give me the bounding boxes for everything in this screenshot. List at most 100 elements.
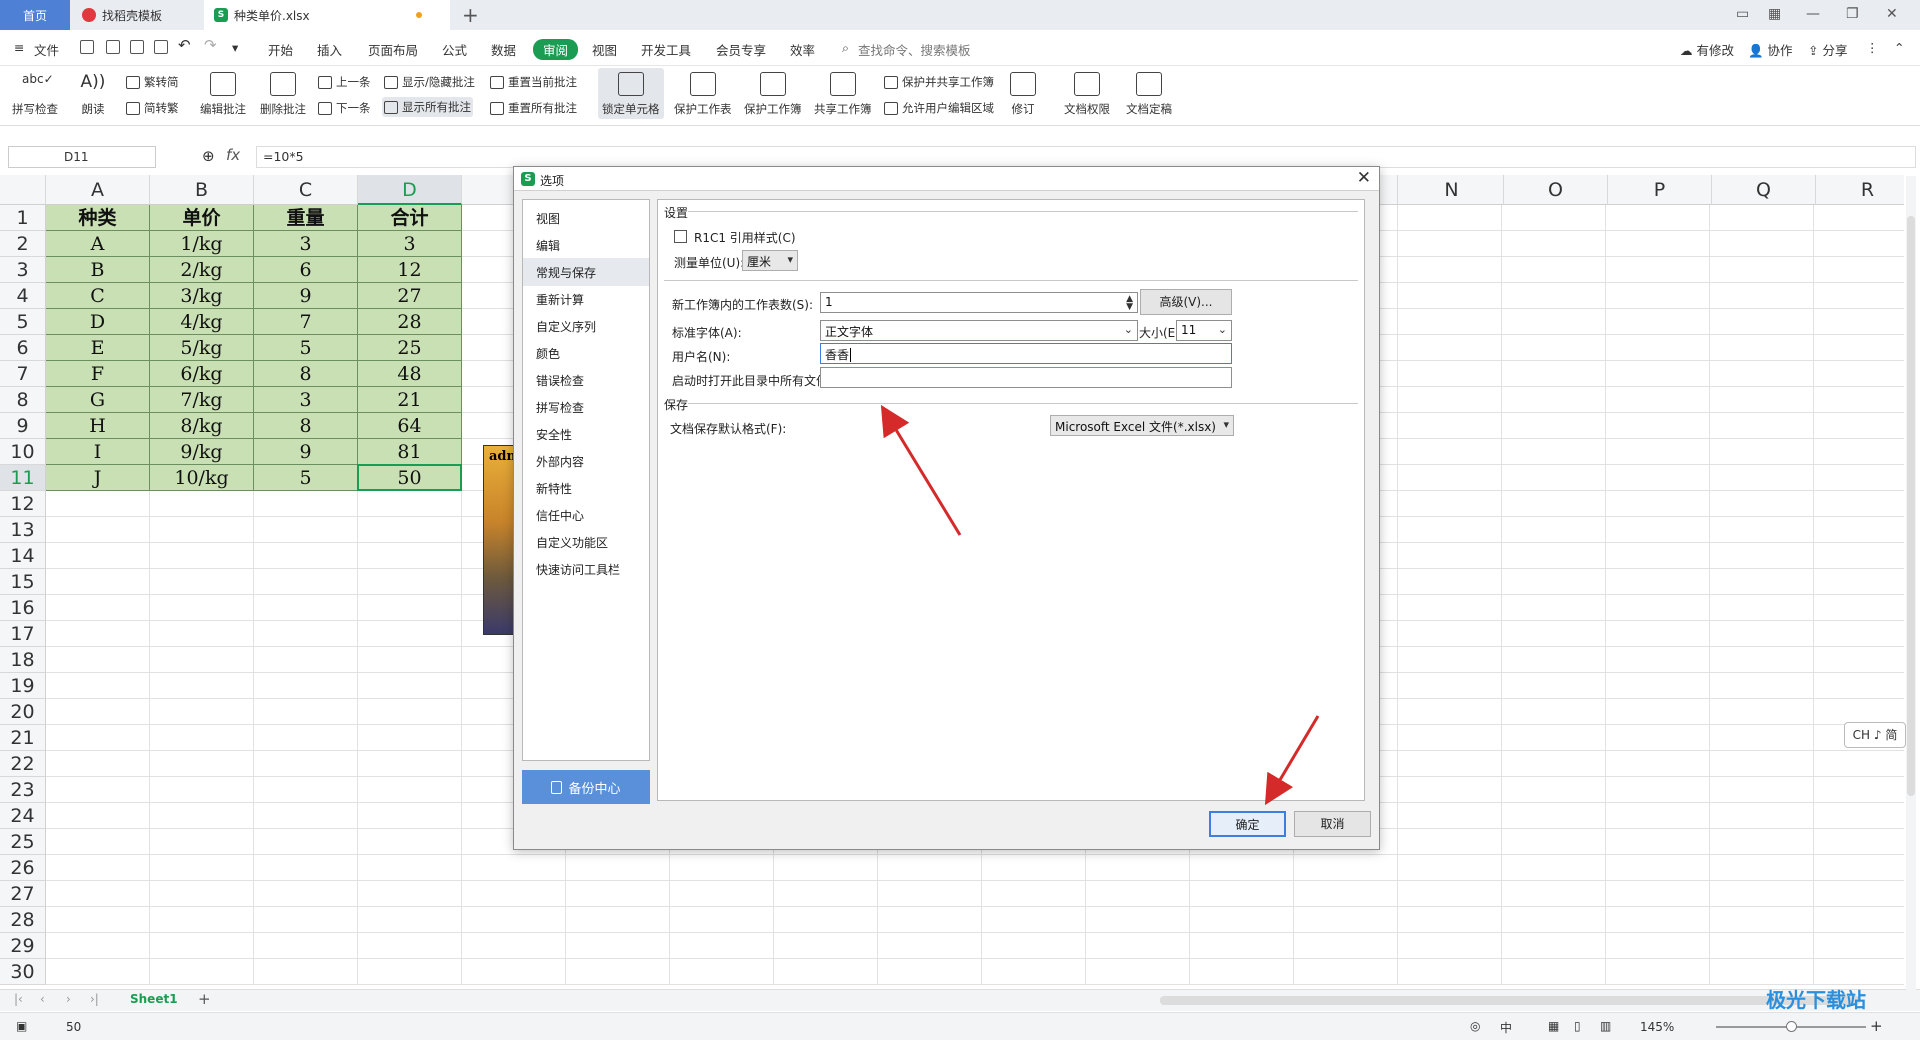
empty-cell[interactable] <box>1606 933 1710 959</box>
zoom-formula-icon[interactable]: ⊕ <box>202 147 215 165</box>
empty-cell[interactable] <box>1502 699 1606 725</box>
empty-cell[interactable] <box>1398 387 1502 413</box>
empty-cell[interactable] <box>1710 569 1814 595</box>
table-cell[interactable]: I <box>46 439 150 465</box>
table-cell[interactable]: 9/kg <box>150 439 254 465</box>
empty-cell[interactable] <box>1710 829 1814 855</box>
nav-item[interactable]: 新特性 <box>523 474 649 502</box>
row-header[interactable]: 18 <box>0 647 46 673</box>
empty-cell[interactable] <box>46 725 150 751</box>
menu-insert[interactable]: 插入 <box>317 40 342 59</box>
empty-cell[interactable] <box>1502 387 1606 413</box>
protect-sheet-button[interactable]: 保护工作表 <box>674 72 732 117</box>
empty-cell[interactable] <box>1190 907 1294 933</box>
empty-cell[interactable] <box>878 855 982 881</box>
empty-cell[interactable] <box>1398 803 1502 829</box>
menu-efficiency[interactable]: 效率 <box>790 40 815 59</box>
empty-cell[interactable] <box>1814 491 1904 517</box>
row-header[interactable]: 29 <box>0 933 46 959</box>
table-cell[interactable]: 81 <box>358 439 462 465</box>
empty-cell[interactable] <box>1398 725 1502 751</box>
empty-cell[interactable] <box>150 777 254 803</box>
empty-cell[interactable] <box>1710 699 1814 725</box>
empty-cell[interactable] <box>1398 283 1502 309</box>
allow-edit-range-button[interactable]: 允许用户编辑区域 <box>884 100 994 116</box>
table-cell[interactable]: 8 <box>254 361 358 387</box>
empty-cell[interactable] <box>1814 361 1904 387</box>
empty-cell[interactable] <box>1814 413 1904 439</box>
empty-cell[interactable] <box>254 517 358 543</box>
table-cell[interactable]: 2/kg <box>150 257 254 283</box>
menu-file[interactable]: 文件 <box>34 40 59 59</box>
empty-cell[interactable] <box>358 959 462 985</box>
empty-cell[interactable] <box>1398 699 1502 725</box>
empty-cell[interactable] <box>1502 595 1606 621</box>
empty-cell[interactable] <box>1606 751 1710 777</box>
empty-cell[interactable] <box>1502 647 1606 673</box>
table-cell[interactable]: G <box>46 387 150 413</box>
empty-cell[interactable] <box>358 673 462 699</box>
empty-cell[interactable] <box>150 543 254 569</box>
empty-cell[interactable] <box>1710 881 1814 907</box>
tab-home[interactable]: 首页 <box>0 0 70 30</box>
row-header[interactable]: 7 <box>0 361 46 387</box>
empty-cell[interactable] <box>358 543 462 569</box>
row-header[interactable]: 9 <box>0 413 46 439</box>
empty-cell[interactable] <box>878 907 982 933</box>
table-header-cell[interactable]: 合计 <box>358 205 462 231</box>
empty-cell[interactable] <box>46 907 150 933</box>
empty-cell[interactable] <box>1814 543 1904 569</box>
empty-cell[interactable] <box>1086 881 1190 907</box>
empty-cell[interactable] <box>150 699 254 725</box>
empty-cell[interactable] <box>774 907 878 933</box>
column-header[interactable]: O <box>1504 175 1608 205</box>
empty-cell[interactable] <box>1502 439 1606 465</box>
empty-cell[interactable] <box>1606 309 1710 335</box>
row-header[interactable]: 21 <box>0 725 46 751</box>
empty-cell[interactable] <box>1606 673 1710 699</box>
row-header[interactable]: 13 <box>0 517 46 543</box>
reset-current-comment-button[interactable]: 重置当前批注 <box>490 74 577 90</box>
empty-cell[interactable] <box>254 699 358 725</box>
empty-cell[interactable] <box>1294 855 1398 881</box>
empty-cell[interactable] <box>358 855 462 881</box>
empty-cell[interactable] <box>1398 907 1502 933</box>
table-cell[interactable]: 27 <box>358 283 462 309</box>
empty-cell[interactable] <box>1710 959 1814 985</box>
normal-view-icon[interactable]: ▦ <box>1548 1019 1559 1033</box>
empty-cell[interactable] <box>1814 621 1904 647</box>
column-header[interactable]: B <box>150 175 254 205</box>
empty-cell[interactable] <box>1398 413 1502 439</box>
empty-cell[interactable] <box>1502 465 1606 491</box>
empty-cell[interactable] <box>1606 231 1710 257</box>
empty-cell[interactable] <box>982 881 1086 907</box>
empty-cell[interactable] <box>254 777 358 803</box>
row-header[interactable]: 5 <box>0 309 46 335</box>
empty-cell[interactable] <box>1606 803 1710 829</box>
ime-indicator[interactable]: CH ♪ 简 <box>1844 722 1906 748</box>
empty-cell[interactable] <box>1814 283 1904 309</box>
nav-item[interactable]: 安全性 <box>523 420 649 448</box>
table-cell[interactable]: 5 <box>254 335 358 361</box>
empty-cell[interactable] <box>1502 621 1606 647</box>
empty-cell[interactable] <box>670 855 774 881</box>
empty-cell[interactable] <box>1606 335 1710 361</box>
empty-cell[interactable] <box>1398 491 1502 517</box>
prev-sheet-icon[interactable]: ‹ <box>40 992 45 1006</box>
empty-cell[interactable] <box>46 595 150 621</box>
empty-cell[interactable] <box>254 803 358 829</box>
share-button[interactable]: ⇪ 分享 <box>1808 40 1847 59</box>
table-cell[interactable]: H <box>46 413 150 439</box>
share-workbook-button[interactable]: 共享工作簿 <box>814 72 872 117</box>
empty-cell[interactable] <box>1398 881 1502 907</box>
column-header[interactable]: D <box>358 175 462 205</box>
table-cell[interactable]: 3 <box>358 231 462 257</box>
hamburger-icon[interactable]: ≡ <box>14 40 24 55</box>
eye-protect-icon[interactable]: ◎ <box>1470 1019 1480 1033</box>
undo-icon[interactable]: ↶ <box>178 36 191 54</box>
macro-icon[interactable]: ▣ <box>16 1019 27 1033</box>
empty-cell[interactable] <box>150 725 254 751</box>
empty-cell[interactable] <box>46 777 150 803</box>
empty-cell[interactable] <box>254 907 358 933</box>
empty-cell[interactable] <box>254 725 358 751</box>
